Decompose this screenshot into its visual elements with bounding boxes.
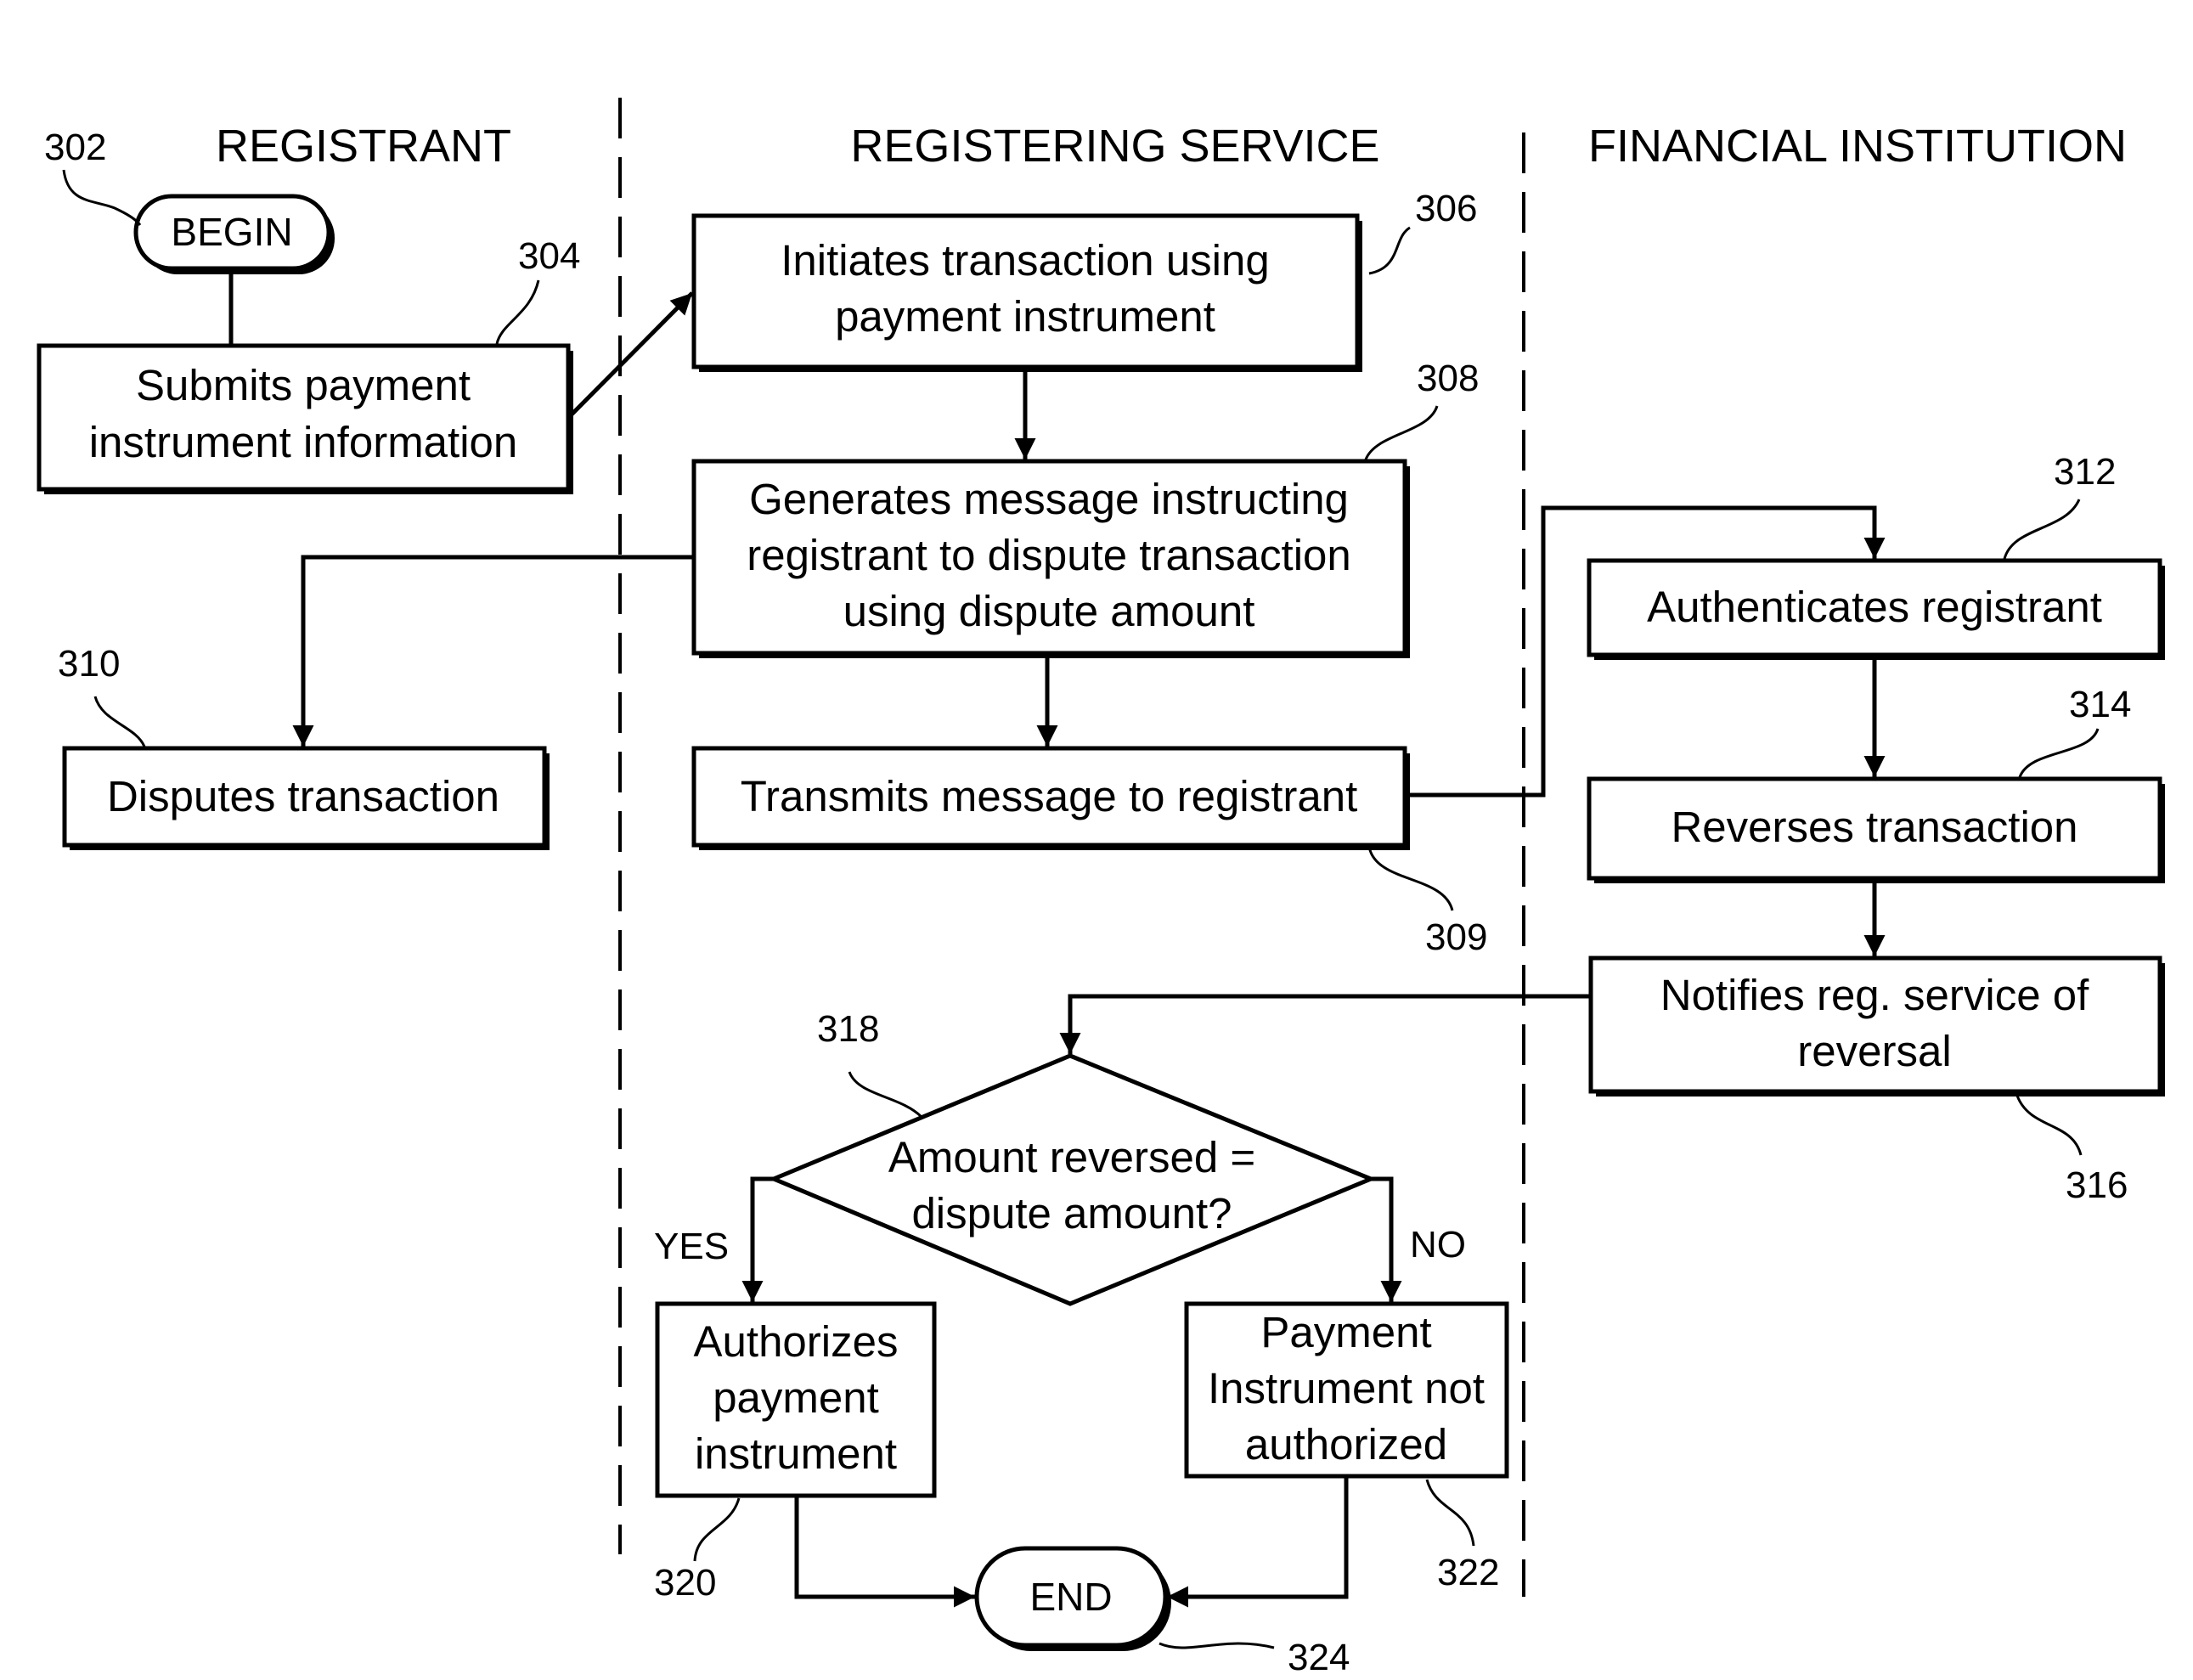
leader-309 bbox=[1367, 846, 1454, 911]
edge-318-322 bbox=[1371, 1176, 1402, 1302]
ref-316: 316 bbox=[2066, 1164, 2128, 1206]
ref-324: 324 bbox=[1288, 1637, 1350, 1678]
leader-306 bbox=[1368, 226, 1411, 275]
node-308-line-1: Generates message instructing bbox=[749, 475, 1349, 523]
node-begin: BEGIN bbox=[133, 194, 335, 274]
edge-304-306 bbox=[568, 291, 694, 418]
ref-304: 304 bbox=[518, 235, 580, 277]
node-decision-amount-reversed: Amount reversed = dispute amount? bbox=[768, 1053, 1377, 1306]
node-309-line-1: Transmits message to registrant bbox=[741, 772, 1358, 820]
leader-318 bbox=[848, 1071, 923, 1119]
leader-314 bbox=[2018, 728, 2100, 778]
branch-label-no: NO bbox=[1410, 1224, 1466, 1266]
node-generates-message: Generates message instructing registrant… bbox=[691, 459, 1410, 658]
node-310-line-1: Disputes transaction bbox=[107, 772, 499, 820]
leader-320 bbox=[693, 1497, 741, 1562]
edge-318-320 bbox=[741, 1176, 774, 1302]
branch-label-yes: YES bbox=[654, 1226, 729, 1267]
lane-title-registrant: REGISTRANT bbox=[216, 121, 511, 172]
decision-line-2: dispute amount? bbox=[911, 1189, 1232, 1237]
node-payment-not-authorized: Payment Instrument not authorized bbox=[1184, 1301, 1509, 1479]
leader-310 bbox=[93, 696, 146, 747]
node-312-line-1: Authenticates registrant bbox=[1647, 583, 2102, 631]
node-322-line-1: Payment bbox=[1260, 1308, 1431, 1356]
node-authorizes-payment: Authorizes payment instrument bbox=[655, 1301, 937, 1498]
leader-304 bbox=[495, 279, 540, 345]
ref-306: 306 bbox=[1415, 188, 1477, 229]
ref-309: 309 bbox=[1425, 916, 1487, 958]
ref-320: 320 bbox=[654, 1562, 716, 1604]
ref-322: 322 bbox=[1437, 1552, 1499, 1593]
node-disputes-transaction: Disputes transaction bbox=[62, 746, 550, 850]
node-transmits-message: Transmits message to registrant bbox=[691, 746, 1410, 850]
ref-312: 312 bbox=[2054, 451, 2116, 493]
node-314-line-1: Reverses transaction bbox=[1671, 803, 2077, 851]
node-316-line-1: Notifies reg. service of bbox=[1660, 971, 2089, 1019]
node-reverses-transaction: Reverses transaction bbox=[1587, 776, 2165, 883]
node-322-line-2: Instrument not bbox=[1208, 1364, 1485, 1412]
ref-302: 302 bbox=[44, 127, 106, 168]
ref-314: 314 bbox=[2069, 684, 2131, 725]
end-label: END bbox=[1029, 1575, 1112, 1619]
ref-318: 318 bbox=[817, 1008, 879, 1050]
edge-322-324 bbox=[1167, 1478, 1349, 1608]
edge-308-310 bbox=[292, 555, 694, 747]
node-320-line-1: Authorizes bbox=[694, 1317, 899, 1366]
node-308-line-3: using dispute amount bbox=[843, 587, 1255, 635]
node-306-line-2: payment instrument bbox=[835, 292, 1215, 341]
flowchart: REGISTRANT REGISTERING SERVICE FINANCIAL… bbox=[37, 98, 2165, 1678]
ref-308: 308 bbox=[1417, 358, 1479, 399]
node-304-line-1: Submits payment bbox=[136, 361, 471, 409]
node-316-line-2: reversal bbox=[1797, 1027, 1951, 1075]
decision-line-1: Amount reversed = bbox=[888, 1133, 1255, 1181]
node-320-line-3: instrument bbox=[695, 1429, 897, 1478]
node-end: END bbox=[974, 1546, 1171, 1651]
leader-316 bbox=[2015, 1095, 2083, 1156]
node-authenticates-registrant: Authenticates registrant bbox=[1587, 558, 2165, 660]
node-306-line-1: Initiates transaction using bbox=[781, 236, 1270, 285]
ref-310: 310 bbox=[58, 643, 120, 685]
leader-324 bbox=[1159, 1642, 1275, 1649]
leader-312 bbox=[2003, 499, 2081, 560]
begin-label: BEGIN bbox=[171, 210, 292, 254]
node-308-line-2: registrant to dispute transaction bbox=[747, 531, 1351, 579]
leader-302 bbox=[62, 169, 142, 226]
node-submits-payment-info: Submits payment instrument information bbox=[37, 343, 573, 494]
node-304-line-2: instrument information bbox=[89, 418, 518, 466]
leader-308 bbox=[1364, 405, 1439, 460]
lane-title-financial-institution: FINANCIAL INSTITUTION bbox=[1588, 121, 2127, 172]
edge-320-324 bbox=[794, 1497, 975, 1608]
node-322-line-3: authorized bbox=[1245, 1420, 1447, 1469]
lane-title-registering-service: REGISTERING SERVICE bbox=[850, 121, 1379, 172]
node-notifies-reversal: Notifies reg. service of reversal bbox=[1588, 956, 2165, 1097]
node-initiates-transaction: Initiates transaction using payment inst… bbox=[691, 213, 1362, 372]
node-320-line-2: payment bbox=[713, 1373, 879, 1422]
edge-316-318 bbox=[1059, 994, 1589, 1054]
leader-322 bbox=[1425, 1479, 1475, 1547]
